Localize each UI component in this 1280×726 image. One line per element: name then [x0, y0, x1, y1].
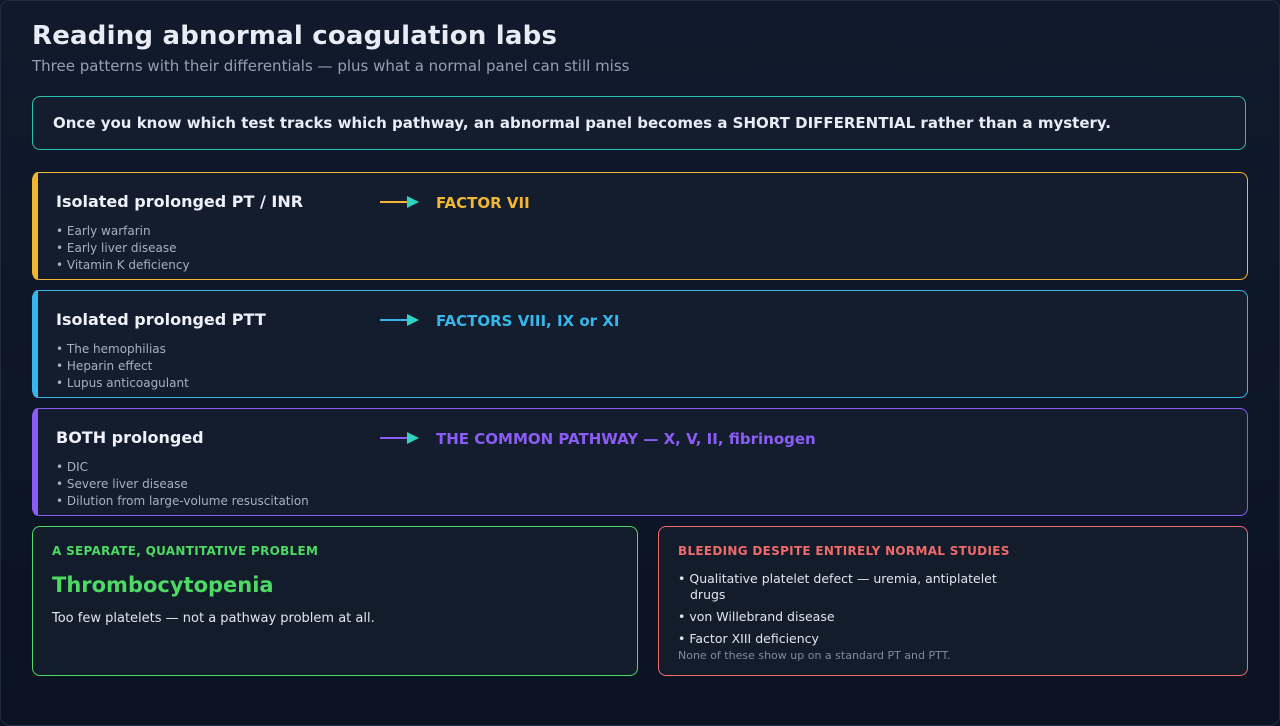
list-item: Early warfarin: [56, 223, 190, 240]
pattern-row-ptt: Isolated prolonged PTT FACTORS VIII, IX …: [32, 290, 1248, 398]
card-kicker: BLEEDING DESPITE ENTIRELY NORMAL STUDIES: [678, 544, 1010, 558]
arrow-icon: [380, 196, 419, 208]
list-item: Early liver disease: [56, 240, 190, 257]
normal-studies-card: BLEEDING DESPITE ENTIRELY NORMAL STUDIES…: [658, 526, 1248, 676]
banner-text: Once you know which test tracks which pa…: [53, 114, 1111, 132]
card-description: Too few platelets — not a pathway proble…: [52, 611, 375, 626]
pattern-target: FACTOR VII: [436, 194, 530, 212]
list-item: Heparin effect: [56, 358, 189, 375]
key-insight-banner: Once you know which test tracks which pa…: [32, 96, 1246, 150]
pattern-row-both: BOTH prolonged THE COMMON PATHWAY — X, V…: [32, 408, 1248, 516]
list-item: Dilution from large-volume resuscitation: [56, 493, 309, 510]
card-note: None of these show up on a standard PT a…: [678, 649, 951, 662]
page-title: Reading abnormal coagulation labs: [32, 21, 558, 51]
pattern-label: BOTH prolonged: [56, 428, 204, 447]
card-kicker: A SEPARATE, QUANTITATIVE PROBLEM: [52, 544, 319, 558]
row-accent-bar: [33, 408, 38, 516]
list-item: Lupus anticoagulant: [56, 375, 189, 392]
thrombocytopenia-card: A SEPARATE, QUANTITATIVE PROBLEM Thrombo…: [32, 526, 638, 676]
missed-causes-list: Qualitative platelet defect — uremia, an…: [678, 571, 998, 653]
list-item: Vitamin K deficiency: [56, 257, 190, 274]
list-item: Severe liver disease: [56, 476, 309, 493]
cause-list: The hemophilias Heparin effect Lupus ant…: [56, 341, 189, 392]
list-item: The hemophilias: [56, 341, 189, 358]
list-item: Factor XIII deficiency: [678, 631, 998, 647]
page-subtitle: Three patterns with their differentials …: [32, 57, 630, 75]
cause-list: DIC Severe liver disease Dilution from l…: [56, 459, 309, 510]
list-item: DIC: [56, 459, 309, 476]
arrow-icon: [380, 314, 419, 326]
pattern-row-pt-inr: Isolated prolonged PT / INR FACTOR VII E…: [32, 172, 1248, 280]
pattern-label: Isolated prolonged PTT: [56, 310, 266, 329]
row-accent-bar: [33, 172, 38, 280]
list-item: Qualitative platelet defect — uremia, an…: [678, 571, 998, 603]
arrow-icon: [380, 432, 419, 444]
pattern-label: Isolated prolonged PT / INR: [56, 192, 304, 211]
cause-list: Early warfarin Early liver disease Vitam…: [56, 223, 190, 274]
row-accent-bar: [33, 290, 38, 398]
pattern-target: THE COMMON PATHWAY — X, V, II, fibrinoge…: [436, 430, 816, 448]
list-item: von Willebrand disease: [678, 609, 998, 625]
pattern-target: FACTORS VIII, IX or XI: [436, 312, 620, 330]
card-title: Thrombocytopenia: [52, 573, 274, 597]
